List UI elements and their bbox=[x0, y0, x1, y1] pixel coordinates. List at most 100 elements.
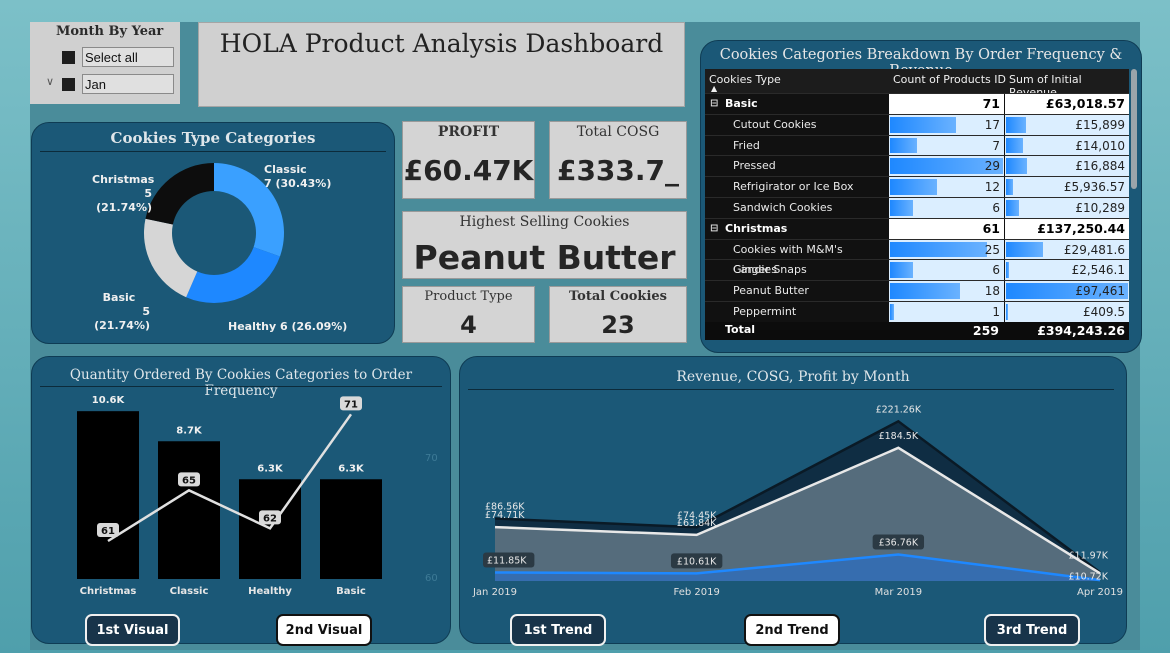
table-scrollbar[interactable] bbox=[1131, 69, 1137, 189]
cell-count: 17 bbox=[889, 114, 1004, 135]
cell-count: 18 bbox=[889, 281, 1004, 301]
cell-value: £15,899 bbox=[1075, 117, 1125, 132]
kpi-title: Total Cookies bbox=[569, 289, 667, 304]
cell-value: £16,884 bbox=[1075, 159, 1125, 174]
right-axis-tick: 70 bbox=[425, 453, 438, 464]
bar-data-label: 10.6K bbox=[92, 395, 126, 406]
table-row[interactable]: Peppermint 1 £409.5 bbox=[705, 300, 1129, 322]
breakdown-table-card[interactable]: Cookies Categories Breakdown By Order Fr… bbox=[700, 40, 1142, 353]
slicer-title: Month By Year bbox=[56, 24, 164, 39]
table-row[interactable]: Peanut Butter 18 £97,461 bbox=[705, 280, 1129, 301]
data-bar bbox=[1006, 116, 1026, 133]
cell-name: Refrigirator or Ice Box bbox=[733, 180, 854, 194]
data-bar bbox=[890, 283, 960, 299]
donut-label-healthy: Healthy 6 (26.09%) bbox=[228, 320, 348, 333]
column-header[interactable]: Count of Products ID bbox=[893, 73, 1006, 86]
bar-chart-card[interactable]: Quantity Ordered By Cookies Categories t… bbox=[31, 356, 451, 644]
cell-count: 6 bbox=[889, 260, 1004, 281]
donut-slice-christmas[interactable] bbox=[145, 163, 214, 225]
donut-slice-healthy[interactable] bbox=[186, 247, 280, 303]
column-header[interactable]: Cookies Type bbox=[709, 73, 781, 86]
third-trend-button[interactable]: 3rd Trend bbox=[984, 614, 1080, 646]
cell-value: £10,289 bbox=[1075, 200, 1125, 215]
checkbox[interactable] bbox=[62, 78, 75, 91]
cell-value: £409.5 bbox=[1083, 304, 1125, 319]
cell-name: Basic ⊟ bbox=[705, 94, 888, 114]
data-bar bbox=[890, 179, 937, 195]
checkbox[interactable] bbox=[62, 51, 75, 64]
table-category-row[interactable]: Christmas ⊟ 61 £137,250.44 bbox=[705, 217, 1129, 239]
kpi-title: Total COSG bbox=[576, 124, 660, 140]
bar[interactable] bbox=[320, 479, 382, 579]
cell-name: Ginger Snaps bbox=[733, 263, 807, 277]
donut-label-basic: Basic 5 (21.74%) bbox=[94, 291, 150, 332]
data-bar bbox=[1006, 137, 1024, 154]
table-row[interactable]: Sandwich Cookies 6 £10,289 bbox=[705, 196, 1129, 218]
table-row[interactable]: Cookies with M&M's Candies 25 £29,481.6 bbox=[705, 238, 1129, 276]
chevron-down-icon[interactable]: ∨ bbox=[46, 75, 54, 88]
collapse-icon[interactable]: ⊟ bbox=[710, 219, 718, 239]
total-label: Total bbox=[725, 322, 756, 336]
area-chart: £86.56K£74.45K£221.26K£11.97K£74.71K£63.… bbox=[472, 404, 1123, 598]
second-visual-button[interactable]: 2nd Visual bbox=[276, 614, 372, 646]
data-bar bbox=[1006, 199, 1019, 216]
kpi-value: Peanut Butter bbox=[413, 238, 676, 277]
line-data-label: 62 bbox=[263, 513, 277, 524]
sort-ascending-icon[interactable]: ▲ bbox=[711, 84, 717, 93]
cell-revenue: £16,884 bbox=[1005, 156, 1129, 177]
cell-count: 71 bbox=[889, 94, 1004, 114]
bar[interactable] bbox=[158, 441, 220, 579]
cell-revenue: £2,546.1 bbox=[1005, 260, 1129, 281]
donut-chart bbox=[144, 163, 284, 303]
area-data-label: £36.76K bbox=[879, 537, 919, 548]
cell-value: 12 bbox=[984, 180, 1000, 195]
cell-value: 6 bbox=[992, 200, 1000, 215]
cell-value: 7 bbox=[992, 138, 1000, 153]
line-data-label: 65 bbox=[182, 475, 196, 486]
collapse-icon[interactable]: ⊟ bbox=[710, 94, 718, 114]
cell-count: 1 bbox=[889, 301, 1004, 322]
area-chart-card[interactable]: Revenue, COSG, Profit by Month £86.56K £7… bbox=[459, 356, 1127, 644]
month-slicer[interactable]: Month By Year Select all ∨ Jan bbox=[30, 22, 180, 104]
table-row[interactable]: Fried 7 £14,010 bbox=[705, 134, 1129, 156]
donut-chart-card[interactable]: Cookies Type Categories Classic 7 (30.43… bbox=[31, 122, 395, 344]
table-total-row: Total 259 £394,243.26 bbox=[705, 321, 1129, 340]
cell-count: 61 bbox=[889, 218, 1004, 239]
table-row[interactable]: Ginger Snaps 6 £2,546.1 bbox=[705, 259, 1129, 281]
donut-slice-basic[interactable] bbox=[144, 218, 198, 298]
area-data-label: £10.72K bbox=[1069, 571, 1109, 582]
cell-value: £63,018.57 bbox=[1045, 96, 1125, 111]
table-row[interactable]: Pressed 29 £16,884 bbox=[705, 155, 1129, 177]
product-type-card: Product Type 4 bbox=[402, 286, 535, 343]
cell-value: 6 bbox=[992, 263, 1000, 278]
slicer-item-select-all[interactable]: Select all bbox=[60, 47, 200, 67]
cell-count: 12 bbox=[889, 177, 1004, 197]
first-visual-button[interactable]: 1st Visual bbox=[85, 614, 180, 646]
page-title: HOLA Product Analysis Dashboard bbox=[219, 29, 664, 58]
slicer-item-jan[interactable]: ∨ Jan bbox=[46, 74, 200, 94]
table-category-row[interactable]: Basic ⊟ 71 £63,018.57 bbox=[705, 93, 1129, 114]
cell-revenue: £63,018.57 bbox=[1005, 94, 1129, 114]
breakdown-table[interactable]: Cookies Type ▲ Count of Products ID Sum … bbox=[705, 69, 1129, 340]
bar-data-label: 6.3K bbox=[338, 463, 365, 474]
first-trend-button[interactable]: 1st Trend bbox=[510, 614, 606, 646]
x-tick-label: Christmas bbox=[80, 586, 137, 597]
kpi-value: 4 bbox=[460, 311, 477, 339]
table-row[interactable]: Cutout Cookies 17 £15,899 bbox=[705, 113, 1129, 135]
bar[interactable] bbox=[77, 411, 139, 579]
area-data-label: £11.85K bbox=[487, 555, 527, 566]
cell-count: 7 bbox=[889, 135, 1004, 156]
cell-value: £5,936.57 bbox=[1063, 180, 1125, 195]
second-trend-button[interactable]: 2nd Trend bbox=[744, 614, 840, 646]
cell-count: 29 bbox=[889, 156, 1004, 177]
kpi-title: Highest Selling Cookies bbox=[459, 214, 630, 230]
cell-revenue: £29,481.6 bbox=[1005, 239, 1129, 260]
area-data-label: £184.5K bbox=[879, 431, 919, 442]
cell-value: 29 bbox=[984, 159, 1000, 174]
cell-count: 25 bbox=[889, 239, 1004, 260]
table-row[interactable]: Refrigirator or Ice Box 12 £5,936.57 bbox=[705, 176, 1129, 197]
highest-selling-card: Highest Selling Cookies Peanut Butter bbox=[402, 211, 687, 279]
bar-data-label: 6.3K bbox=[257, 463, 284, 474]
dashboard-title-box: HOLA Product Analysis Dashboard bbox=[198, 22, 685, 107]
area-data-label: £10.61K bbox=[677, 556, 717, 567]
